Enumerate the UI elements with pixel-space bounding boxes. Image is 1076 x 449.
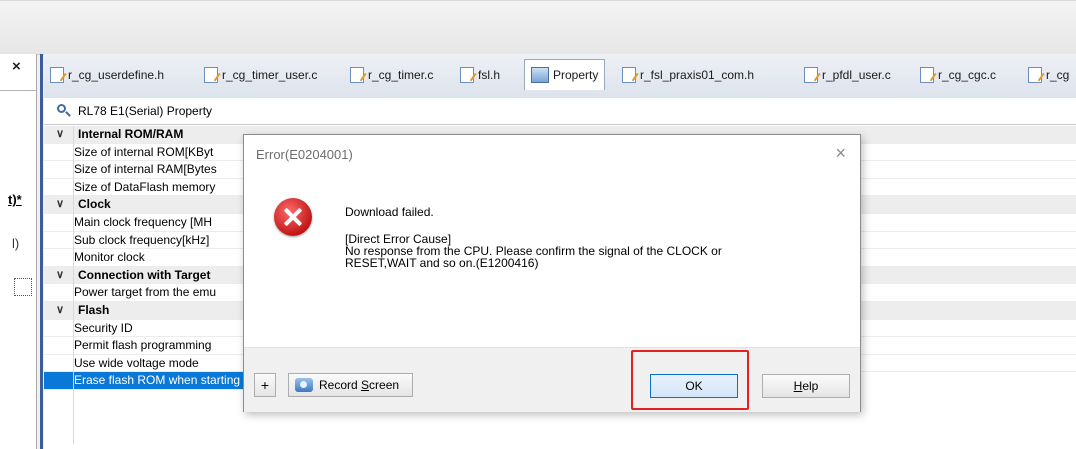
- property-label: Permit flash programming: [74, 338, 212, 353]
- property-label: Internal ROM/RAM: [78, 127, 184, 141]
- file-edit-icon: [920, 67, 934, 83]
- chevron-down-icon[interactable]: ∨: [56, 126, 68, 144]
- grid-divider: [73, 126, 74, 444]
- file-edit-icon: [804, 67, 818, 83]
- property-label: Security ID: [74, 320, 133, 335]
- tab-label: r_cg_timer.c: [368, 68, 434, 82]
- tab-label: r_cg_timer_user.c: [222, 68, 318, 82]
- file-edit-icon: [460, 67, 474, 83]
- file-edit-icon: [1028, 67, 1042, 83]
- panel-checkbox[interactable]: [14, 278, 32, 296]
- tab-label: fsl.h: [478, 68, 501, 82]
- property-label: Connection with Target: [78, 267, 211, 282]
- property-header: RL78 E1(Serial) Property: [44, 98, 1076, 125]
- property-label: Use wide voltage mode: [74, 355, 199, 370]
- property-label: Size of internal RAM[Bytes: [74, 162, 217, 177]
- dialog-footer: + Record Screen OK Help: [244, 347, 860, 412]
- property-label: Power target from the emu: [74, 285, 217, 300]
- error-dialog: Error(E0204001) × Download failed. [Dire…: [243, 134, 861, 412]
- file-edit-icon: [350, 67, 364, 83]
- tab-property[interactable]: Property: [524, 59, 606, 90]
- file-edit-icon: [622, 67, 636, 83]
- property-label: Sub clock frequency[kHz]: [74, 232, 210, 247]
- tab-label: r_cg_userdefine.h: [68, 68, 165, 82]
- property-search-icon: [56, 103, 72, 119]
- chevron-down-icon[interactable]: ∨: [56, 267, 68, 285]
- property-label: Monitor clock: [74, 250, 145, 265]
- property-label: Main clock frequency [MH: [74, 214, 213, 229]
- help-label: Help: [793, 379, 819, 393]
- tab-r-cg-userdefine[interactable]: r_cg_userdefine.h: [50, 62, 164, 88]
- property-label: Clock: [78, 197, 111, 212]
- chevron-down-icon[interactable]: ∨: [56, 302, 68, 320]
- tab-r-fsl-praxis01-com[interactable]: r_fsl_praxis01_com.h: [622, 62, 754, 88]
- error-icon: [274, 198, 312, 236]
- tab-label: r_pfdl_user.c: [822, 68, 891, 82]
- tab-label: r_fsl_praxis01_com.h: [640, 68, 755, 82]
- help-button[interactable]: Help: [762, 374, 850, 398]
- left-panel: × t)* l): [0, 54, 37, 449]
- tab-fsl-h[interactable]: fsl.h: [460, 62, 500, 88]
- title-strip: [0, 0, 1076, 55]
- property-label: Size of DataFlash memory: [74, 179, 216, 194]
- chevron-down-icon[interactable]: ∨: [56, 196, 68, 214]
- splitter[interactable]: [40, 54, 43, 449]
- dialog-title: Error(E0204001): [256, 147, 353, 162]
- error-cause-line-2: RESET,WAIT and so on.(E1200416): [345, 256, 539, 270]
- camera-icon: [295, 378, 313, 392]
- property-title: RL78 E1(Serial) Property: [78, 104, 213, 118]
- tab-r-cg-timer-user[interactable]: r_cg_timer_user.c: [204, 62, 317, 88]
- record-screen-label: Record Screen: [319, 378, 400, 392]
- close-panel-icon[interactable]: ×: [12, 58, 21, 75]
- file-edit-icon: [204, 67, 218, 83]
- property-label: Erase flash ROM when starting: [74, 373, 241, 388]
- tab-label: Property: [553, 68, 599, 82]
- property-icon: [531, 67, 549, 83]
- record-screen-button[interactable]: Record Screen: [288, 373, 413, 397]
- panel-text-fragment: t)*: [8, 192, 22, 207]
- panel-divider: [0, 90, 36, 91]
- expand-button[interactable]: +: [254, 373, 276, 397]
- close-icon[interactable]: ×: [835, 143, 846, 164]
- ok-highlight-box: [631, 350, 749, 410]
- tab-label: r_cg: [1046, 68, 1070, 82]
- editor-tab-bar: r_cg_userdefine.h r_cg_timer_user.c r_cg…: [44, 54, 1076, 99]
- tab-r-cg-timer[interactable]: r_cg_timer.c: [350, 62, 433, 88]
- tab-label: r_cg_cgc.c: [938, 68, 997, 82]
- tab-r-cg[interactable]: r_cg: [1028, 62, 1069, 88]
- property-label: Size of internal ROM[KByt: [74, 144, 214, 159]
- tab-r-cg-cgc[interactable]: r_cg_cgc.c: [920, 62, 996, 88]
- property-label: Flash: [78, 302, 110, 317]
- tab-r-pfdl-user[interactable]: r_pfdl_user.c: [804, 62, 891, 88]
- file-edit-icon: [50, 67, 64, 83]
- error-message: Download failed.: [345, 205, 434, 219]
- panel-text-fragment: l): [12, 236, 20, 251]
